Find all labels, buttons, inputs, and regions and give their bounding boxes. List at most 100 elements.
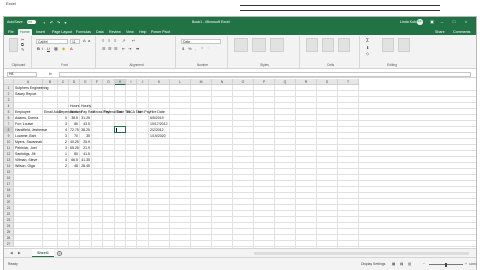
spreadsheet-grid[interactable]: A B C D E F G H I J K L M N O P Q R S T 1 2 3 4 5 6 7 8 9 10 11 12 13 14 1… (4, 79, 476, 248)
gridline (190, 85, 191, 248)
cell-hire-date[interactable]: 1/19/2020 (150, 133, 166, 139)
delete-cells-button[interactable] (322, 38, 334, 52)
zoom-slider-knob[interactable] (445, 262, 447, 267)
sort-filter-button[interactable] (382, 38, 394, 52)
display-settings-button[interactable]: Display Settings (361, 262, 385, 266)
increase-decimal-icon[interactable]: ⁺ (201, 47, 203, 51)
underline-icon[interactable]: U (47, 47, 50, 51)
column-header[interactable]: T (338, 79, 359, 85)
paste-button[interactable] (9, 38, 18, 52)
align-bottom-icon[interactable]: ≡ (114, 39, 116, 43)
fill-color-icon[interactable]: ◆ (62, 47, 65, 51)
gridline (316, 85, 317, 248)
column-header[interactable]: R (296, 79, 317, 85)
editing-group: Σ ⬇ ◇ Editing (362, 36, 422, 68)
cell-subtitle[interactable]: Salary Report (15, 91, 36, 97)
insert-cells-button[interactable] (306, 38, 318, 52)
save-icon[interactable]: ▪ (42, 20, 47, 25)
name-box[interactable]: H8 (7, 71, 37, 77)
find-select-button[interactable] (398, 38, 410, 52)
column-header[interactable]: N (212, 79, 233, 85)
comma-icon[interactable]: , (195, 47, 196, 51)
number-group: Date $ % , ⁺ ⁻ Number (178, 36, 228, 68)
format-as-table-button[interactable] (252, 38, 266, 52)
fill-icon[interactable]: ⬇ (366, 46, 369, 50)
borders-icon[interactable]: ▦ (54, 47, 58, 51)
merge-center-icon[interactable]: ⬌ (136, 47, 139, 51)
cell-dependants[interactable]: 2 (59, 163, 67, 169)
clear-icon[interactable]: ◇ (366, 52, 369, 56)
italic-icon[interactable]: I (42, 47, 43, 51)
close-icon[interactable]: × (462, 19, 470, 25)
page-break-view-icon[interactable]: ▥ (408, 262, 411, 266)
decrease-decimal-icon[interactable]: ⁻ (207, 47, 209, 51)
align-left-icon[interactable]: ☰ (102, 47, 106, 51)
orientation-icon[interactable]: ↗ (122, 39, 125, 43)
gridline (14, 180, 476, 181)
column-header[interactable]: S (317, 79, 338, 85)
column-header[interactable]: L (170, 79, 191, 85)
currency-icon[interactable]: $ (182, 47, 184, 51)
customize-toolbar-icon[interactable]: ▾ (63, 20, 68, 25)
avatar[interactable]: LK (417, 19, 423, 25)
number-format-select[interactable]: Date (181, 39, 221, 44)
cell-hours[interactable]: 48 (70, 163, 78, 169)
font-size-select[interactable]: 11 (70, 39, 80, 44)
page-layout-view-icon[interactable]: ▤ (400, 262, 403, 266)
align-center-icon[interactable]: ☰ (108, 47, 112, 51)
redo-icon[interactable]: ↷ (56, 20, 61, 25)
font-name-select[interactable]: Calibri (36, 39, 68, 44)
cell-rate[interactable]: 28.45 (81, 163, 90, 169)
group-label: Cells (326, 63, 335, 67)
next-sheet-icon[interactable]: ▶ (18, 251, 21, 255)
align-top-icon[interactable]: ≡ (102, 39, 104, 43)
cells-group: Cells (302, 36, 360, 68)
autosave-state: Off (28, 19, 32, 24)
zoom-level[interactable]: 100% (469, 262, 477, 266)
add-sheet-button[interactable]: + (57, 250, 62, 256)
indent-icon[interactable]: ⇤ (122, 47, 125, 51)
gridline (14, 228, 476, 229)
gridline (253, 85, 254, 248)
row-header[interactable]: 27 (4, 241, 14, 247)
format-painter-icon[interactable]: ✎ (21, 48, 24, 52)
gridline (42, 85, 43, 248)
font-color-icon[interactable]: A (70, 47, 73, 51)
formula-input[interactable] (59, 71, 471, 77)
prev-sheet-icon[interactable]: ◀ (10, 251, 13, 255)
conditional-formatting-button[interactable] (234, 38, 248, 52)
ribbon-display-icon[interactable]: ▣ (428, 19, 436, 25)
undo-icon[interactable]: ↶ (49, 20, 54, 25)
column-header[interactable]: O (233, 79, 254, 85)
autosum-icon[interactable]: Σ (366, 39, 369, 44)
cell-employee[interactable]: Wilson, Olga (15, 163, 35, 169)
gridline (14, 204, 476, 205)
zoom-in-icon[interactable]: + (465, 262, 467, 266)
sheet-tab[interactable]: Sheet1 (32, 249, 54, 257)
minimize-icon[interactable]: – (438, 19, 446, 25)
cell-styles-button[interactable] (270, 38, 284, 52)
wrap-text-icon[interactable]: ↵ (132, 39, 135, 43)
cell-header[interactable]: Net Pay (138, 109, 150, 115)
maximize-icon[interactable]: □ (450, 19, 458, 25)
shrink-font-icon[interactable]: a (88, 39, 90, 43)
column-header[interactable]: K (149, 79, 170, 85)
user-name[interactable]: Linda Koho (400, 20, 418, 24)
align-middle-icon[interactable]: ≡ (108, 39, 110, 43)
clipboard-group: ✂ ⧉ ✎ Clipboard (6, 36, 32, 68)
gridline (14, 222, 476, 223)
outdent-icon[interactable]: ⇥ (128, 47, 131, 51)
format-cells-button[interactable] (338, 38, 350, 52)
zoom-out-icon[interactable]: − (423, 262, 425, 266)
gridline (295, 85, 296, 248)
normal-view-icon[interactable]: ▦ (392, 262, 395, 266)
bold-icon[interactable]: B (37, 47, 40, 51)
fx-icon[interactable]: fx (49, 72, 52, 76)
horizontal-scrollbar[interactable] (254, 252, 469, 255)
column-header[interactable]: Q (275, 79, 296, 85)
column-header[interactable]: M (191, 79, 212, 85)
percent-icon[interactable]: % (188, 47, 192, 51)
column-header[interactable]: P (254, 79, 275, 85)
grow-font-icon[interactable]: A (83, 39, 86, 43)
align-right-icon[interactable]: ☰ (114, 47, 118, 51)
